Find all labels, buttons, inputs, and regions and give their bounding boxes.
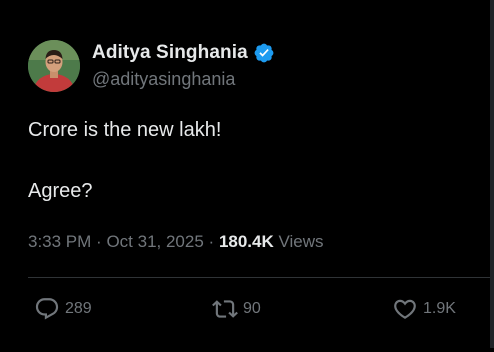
views-count: 180.4K (218, 232, 274, 251)
avatar-photo (28, 40, 80, 92)
tweet-card: Aditya Singhania @adityasinghania Crore … (0, 0, 490, 348)
like-button[interactable]: 1.9K (392, 296, 456, 322)
author-display-name[interactable]: Aditya Singhania (92, 42, 248, 64)
comment-bubble-icon (34, 296, 60, 322)
tweet-text-line: Crore is the new lakh! (28, 119, 222, 141)
retweet-arrows-icon (212, 296, 238, 322)
reply-button[interactable]: 289 (34, 296, 92, 322)
tweet-text-line: Agree? (28, 180, 93, 202)
verified-badge-icon[interactable] (253, 42, 275, 64)
author-handle[interactable]: @adityasinghania (92, 69, 235, 90)
like-count: 1.9K (423, 300, 456, 317)
tweet-date[interactable]: Oct 31, 2025 (106, 232, 203, 251)
meta-separator: · (96, 232, 102, 251)
heart-icon (392, 296, 418, 322)
avatar[interactable] (28, 40, 80, 92)
retweet-count: 90 (243, 300, 261, 317)
author-name-row: Aditya Singhania (92, 42, 275, 64)
meta-separator: · (208, 232, 215, 251)
tweet-actions-bar: 289 90 1.9K (0, 296, 490, 326)
tweet-body: Crore is the new lakh! Agree? (28, 118, 221, 203)
divider (28, 277, 490, 278)
tweet-time[interactable]: 3:33 PM (28, 232, 91, 251)
views-label: Views (278, 232, 324, 251)
retweet-button[interactable]: 90 (212, 296, 261, 322)
scrollbar-track (490, 0, 494, 348)
tweet-metadata: 3:33 PM · Oct 31, 2025 · 180.4K Views (28, 232, 324, 252)
reply-count: 289 (65, 300, 92, 317)
cut-off-next-row (28, 340, 118, 352)
